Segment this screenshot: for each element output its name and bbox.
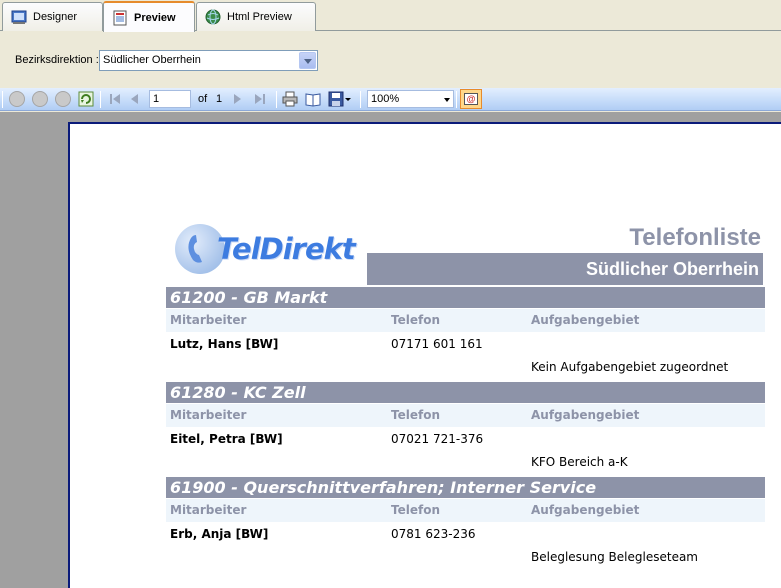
employee-name: Lutz, Hans [BW] xyxy=(170,337,279,351)
page-total: 1 xyxy=(216,93,223,105)
toolbar-separator xyxy=(456,91,457,108)
toolbar-grip xyxy=(2,91,3,108)
region-banner: Südlicher Oberrhein xyxy=(367,253,763,285)
designer-icon xyxy=(11,9,27,25)
tab-designer[interactable]: Designer xyxy=(2,2,103,31)
zoom-select[interactable]: 100% xyxy=(367,90,454,108)
page-number-input[interactable]: 1 xyxy=(149,90,191,108)
column-header-row: Mitarbeiter Telefon Aufgabengebiet xyxy=(166,309,765,332)
column-header-row: Mitarbeiter Telefon Aufgabengebiet xyxy=(166,404,765,427)
column-mitarbeiter: Mitarbeiter xyxy=(170,313,247,327)
tab-bar: Designer Preview Html Preview xyxy=(0,0,781,32)
tab-designer-label: Designer xyxy=(33,11,78,23)
group-header: 61200 - GB Markt xyxy=(166,287,765,308)
page-of-label: of xyxy=(198,93,208,105)
toolbar-separator xyxy=(276,91,277,108)
globe-icon xyxy=(205,9,221,25)
refresh-icon[interactable] xyxy=(78,91,94,107)
preview-icon xyxy=(112,10,128,26)
group-title: 61200 - GB Markt xyxy=(170,288,328,307)
chevron-down-icon xyxy=(444,98,450,102)
column-telefon: Telefon xyxy=(391,408,440,422)
column-aufgabengebiet: Aufgabengebiet xyxy=(531,408,640,422)
next-page-icon[interactable] xyxy=(229,91,245,107)
forward-icon[interactable] xyxy=(32,91,48,107)
mail-icon: @ xyxy=(464,93,478,105)
group-title: 61280 - KC Zell xyxy=(170,383,306,402)
column-telefon: Telefon xyxy=(391,503,440,517)
zoom-value: 100% xyxy=(371,93,400,105)
first-page-icon[interactable] xyxy=(107,91,123,107)
report-title: Telefonliste xyxy=(629,224,761,251)
column-header-row: Mitarbeiter Telefon Aufgabengebiet xyxy=(166,499,765,522)
employee-name: Eitel, Petra [BW] xyxy=(170,432,283,446)
last-page-icon[interactable] xyxy=(252,91,268,107)
column-aufgabengebiet: Aufgabengebiet xyxy=(531,313,640,327)
column-telefon: Telefon xyxy=(391,313,440,327)
logo-text: TelDirekt xyxy=(217,232,356,266)
previous-page-icon[interactable] xyxy=(127,91,143,107)
group-header: 61280 - KC Zell xyxy=(166,382,765,403)
column-mitarbeiter: Mitarbeiter xyxy=(170,408,247,422)
region-name: Südlicher Oberrhein xyxy=(585,259,759,279)
employee-phone: 07021 721-376 xyxy=(391,432,484,446)
bezirksdirektion-label: Bezirksdirektion : xyxy=(15,54,99,66)
stop-icon[interactable] xyxy=(55,91,71,107)
email-report-button[interactable]: @ xyxy=(460,89,482,109)
report-viewport[interactable]: TelDirekt Telefonliste Südlicher Oberrhe… xyxy=(0,112,781,588)
employee-task: KFO Bereich a-K xyxy=(531,455,628,469)
column-mitarbeiter: Mitarbeiter xyxy=(170,503,247,517)
save-dropdown-icon[interactable] xyxy=(344,91,352,107)
column-aufgabengebiet: Aufgabengebiet xyxy=(531,503,640,517)
report-toolbar: 1 of 1 100% @ xyxy=(0,88,781,111)
teldirekt-logo: TelDirekt xyxy=(175,222,356,282)
employee-phone: 0781 623-236 xyxy=(391,527,476,541)
tab-preview[interactable]: Preview xyxy=(103,1,195,32)
employee-task: Beleglesung Belegleseteam xyxy=(531,550,698,564)
parameter-panel: Bezirksdirektion : Südlicher Oberrhein xyxy=(0,32,781,87)
employee-phone: 07171 601 161 xyxy=(391,337,483,351)
employee-task: Kein Aufgabengebiet zugeordnet xyxy=(531,360,729,374)
page-number-value: 1 xyxy=(153,93,160,105)
tab-preview-label: Preview xyxy=(134,11,176,24)
print-icon[interactable] xyxy=(282,91,298,107)
group-title: 61900 - Querschnittverfahren; Interner S… xyxy=(170,478,597,497)
toolbar-separator xyxy=(100,91,101,108)
back-icon[interactable] xyxy=(9,91,25,107)
bezirksdirektion-value: Südlicher Oberrhein xyxy=(103,54,201,66)
tab-html-preview[interactable]: Html Preview xyxy=(196,2,316,31)
bezirksdirektion-select[interactable]: Südlicher Oberrhein xyxy=(99,50,318,71)
group-header: 61900 - Querschnittverfahren; Interner S… xyxy=(166,477,765,498)
page-layout-icon[interactable] xyxy=(305,91,321,107)
chevron-down-icon[interactable] xyxy=(299,52,316,69)
employee-name: Erb, Anja [BW] xyxy=(170,527,269,541)
report-page: TelDirekt Telefonliste Südlicher Oberrhe… xyxy=(68,122,781,588)
tab-html-preview-label: Html Preview xyxy=(227,11,292,23)
save-icon[interactable] xyxy=(328,91,344,107)
toolbar-separator xyxy=(360,91,361,108)
